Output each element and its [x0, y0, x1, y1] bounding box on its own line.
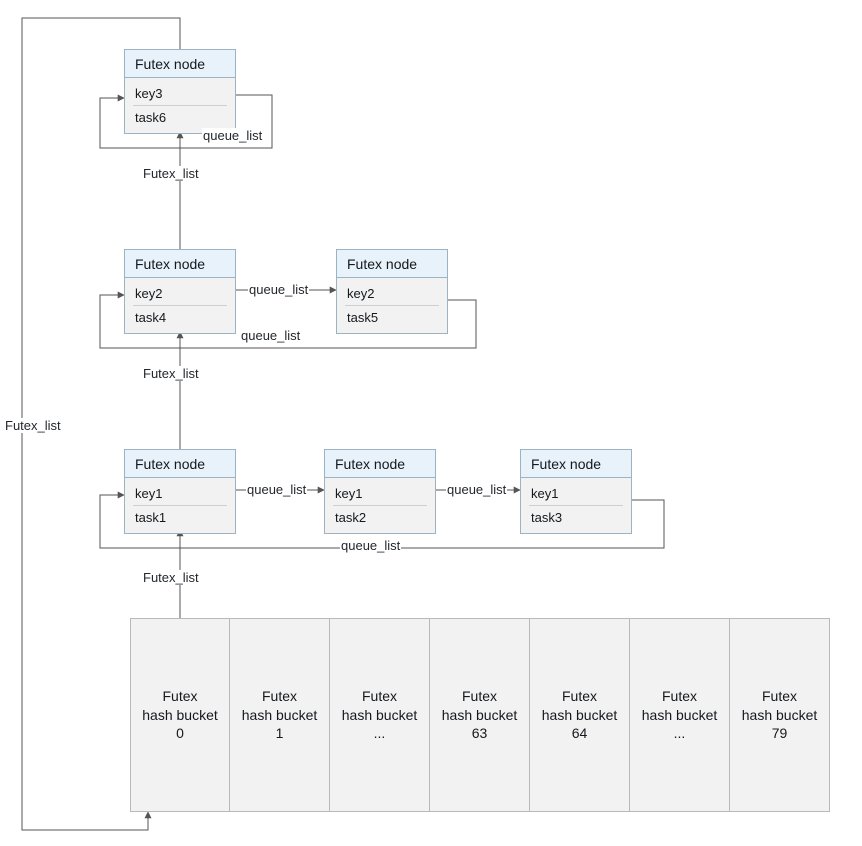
hash-bucket: Futexhash bucket1 [230, 618, 330, 812]
futex-node-body: key2 task5 [337, 278, 447, 333]
futex-node-task: task4 [133, 306, 227, 329]
futex-node-title: Futex node [125, 250, 235, 278]
futex-node: Futex node key1 task1 [124, 449, 236, 534]
edge-label-futex-list: Futex_list [142, 570, 200, 585]
futex-node: Futex node key2 task5 [336, 249, 448, 334]
edge-label-futex-list: Futex_list [4, 418, 62, 433]
hash-bucket: Futexhash bucket64 [530, 618, 630, 812]
futex-node-key: key3 [133, 82, 227, 106]
futex-node-title: Futex node [337, 250, 447, 278]
hash-bucket: Futexhash bucket79 [730, 618, 830, 812]
edge-label-queue-list: queue_list [340, 538, 401, 553]
futex-node-body: key1 task3 [521, 478, 631, 533]
hash-bucket: Futexhash bucket0 [130, 618, 230, 812]
futex-node-title: Futex node [125, 50, 235, 78]
edge-label-futex-list: Futex_list [142, 366, 200, 381]
diagram-stage: Futex node key3 task6 Futex node key2 ta… [0, 0, 862, 846]
futex-node-body: key2 task4 [125, 278, 235, 333]
futex-node-body: key1 task1 [125, 478, 235, 533]
edge-label-queue-list: queue_list [202, 128, 263, 143]
futex-node-task: task6 [133, 106, 227, 129]
futex-node-body: key3 task6 [125, 78, 235, 133]
futex-node-key: key2 [133, 282, 227, 306]
edge-label-queue-list: queue_list [246, 482, 307, 497]
edge-label-queue-list: queue_list [240, 328, 301, 343]
edge-label-futex-list: Futex_list [142, 166, 200, 181]
edge-label-queue-list: queue_list [446, 482, 507, 497]
futex-node-title: Futex node [521, 450, 631, 478]
futex-node-body: key1 task2 [325, 478, 435, 533]
hash-bucket: Futexhash bucket... [330, 618, 430, 812]
futex-node-task: task1 [133, 506, 227, 529]
futex-node: Futex node key1 task2 [324, 449, 436, 534]
futex-node-title: Futex node [325, 450, 435, 478]
futex-node-task: task3 [529, 506, 623, 529]
futex-node-key: key1 [529, 482, 623, 506]
futex-node: Futex node key3 task6 [124, 49, 236, 134]
hash-bucket-row: Futexhash bucket0 Futexhash bucket1 Fute… [130, 618, 830, 812]
hash-bucket: Futexhash bucket... [630, 618, 730, 812]
futex-node: Futex node key2 task4 [124, 249, 236, 334]
hash-bucket: Futexhash bucket63 [430, 618, 530, 812]
futex-node-task: task2 [333, 506, 427, 529]
edge-label-queue-list: queue_list [248, 282, 309, 297]
futex-node-task: task5 [345, 306, 439, 329]
futex-node-key: key1 [133, 482, 227, 506]
futex-node-key: key1 [333, 482, 427, 506]
futex-node-title: Futex node [125, 450, 235, 478]
futex-node: Futex node key1 task3 [520, 449, 632, 534]
futex-node-key: key2 [345, 282, 439, 306]
